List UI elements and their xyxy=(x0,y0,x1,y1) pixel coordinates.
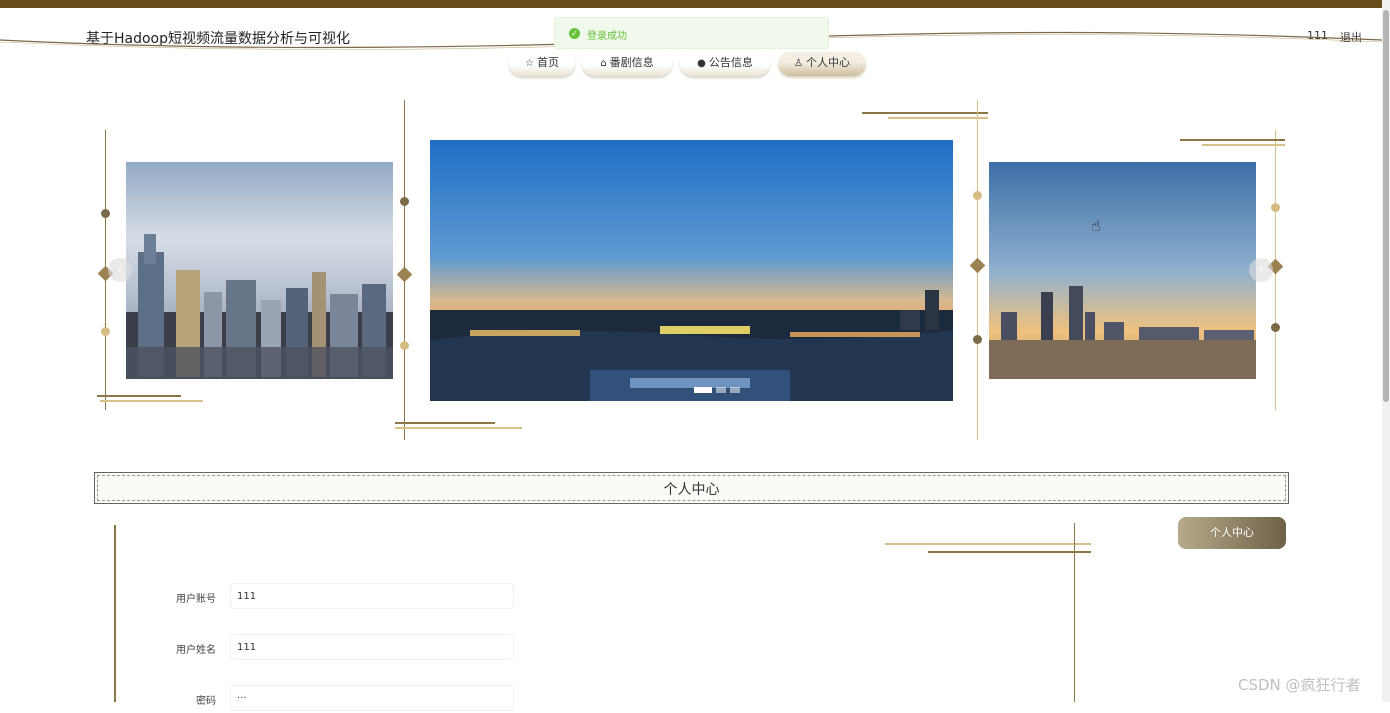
nav-anime-label: 番剧信息 xyxy=(609,56,654,69)
csdn-watermark: CSDN @疯狂行者 xyxy=(1238,676,1361,694)
account-input[interactable]: 111 xyxy=(230,583,514,609)
decor-line xyxy=(888,117,988,119)
image-carousel: ‹ › xyxy=(0,95,1382,445)
carousel-slide-right[interactable] xyxy=(989,162,1256,379)
info-icon: ● xyxy=(697,58,706,69)
decor-line xyxy=(1074,523,1075,702)
top-accent-bar xyxy=(0,0,1390,8)
personal-center-button[interactable]: 个人中心 xyxy=(1178,517,1286,549)
user-icon: ♙ xyxy=(794,58,803,69)
carousel-slide-active[interactable] xyxy=(430,140,953,401)
carousel-indicator[interactable] xyxy=(716,387,726,393)
city-night-image xyxy=(430,140,953,401)
decor-line xyxy=(395,422,495,424)
nav-announcements[interactable]: ● 公告信息 xyxy=(680,52,770,76)
decor-dot xyxy=(101,327,110,336)
login-success-toast: ✓ 登录成功 xyxy=(554,17,829,49)
decor-line xyxy=(928,551,1091,553)
carousel-next-arrow[interactable]: › xyxy=(1249,258,1273,282)
decor-dot xyxy=(973,191,982,200)
hand-cursor-icon: ☝ xyxy=(1091,216,1101,235)
nav-personal-center[interactable]: ♙ 个人中心 xyxy=(778,52,866,76)
nav-announcements-label: 公告信息 xyxy=(708,56,753,69)
carousel-slide-left[interactable] xyxy=(126,162,393,379)
password-input[interactable]: ··· xyxy=(230,685,514,711)
decor-dot xyxy=(400,341,409,350)
decor-dot xyxy=(1271,203,1280,212)
decor-line xyxy=(114,525,116,702)
decor-line xyxy=(97,395,181,397)
city-skyline-image xyxy=(126,162,393,379)
toast-message: 登录成功 xyxy=(587,31,627,42)
bag-icon: ⌂ xyxy=(600,58,607,69)
section-title: 个人中心 xyxy=(663,482,720,498)
waterfront-sunset-image xyxy=(989,162,1256,379)
star-icon: ☆ xyxy=(525,58,534,69)
nav-home-label: 首页 xyxy=(536,56,559,69)
name-input[interactable]: 111 xyxy=(230,634,514,660)
decor-dot xyxy=(973,335,982,344)
decor-line xyxy=(862,112,988,114)
decor-dot xyxy=(400,197,409,206)
decor-line xyxy=(395,427,522,429)
nav-anime-info[interactable]: ⌂ 番剧信息 xyxy=(582,52,672,76)
decor-dot xyxy=(1271,323,1280,332)
decor-line xyxy=(100,400,203,402)
name-label: 用户姓名 xyxy=(176,645,216,656)
carousel-indicator[interactable] xyxy=(730,387,740,393)
main-nav: ☆ 首页 ⌂ 番剧信息 ● 公告信息 ♙ 个人中心 xyxy=(0,50,1382,84)
password-label: 密码 xyxy=(196,696,216,707)
decor-line xyxy=(885,543,1091,545)
carousel-prev-arrow[interactable]: ‹ xyxy=(108,258,132,282)
scrollbar-thumb[interactable] xyxy=(1383,10,1389,402)
decor-diamond xyxy=(969,257,986,274)
section-title-box: 个人中心 xyxy=(94,472,1289,504)
decor-dot xyxy=(101,209,110,218)
carousel-indicator-active[interactable] xyxy=(694,387,712,393)
nav-home[interactable]: ☆ 首页 xyxy=(509,52,575,76)
decor-diamond xyxy=(396,266,413,283)
decor-line xyxy=(1180,139,1285,141)
account-label: 用户账号 xyxy=(176,594,216,605)
nav-personal-label: 个人中心 xyxy=(805,56,850,69)
decor-line xyxy=(1202,144,1285,146)
check-circle-icon: ✓ xyxy=(569,28,580,39)
